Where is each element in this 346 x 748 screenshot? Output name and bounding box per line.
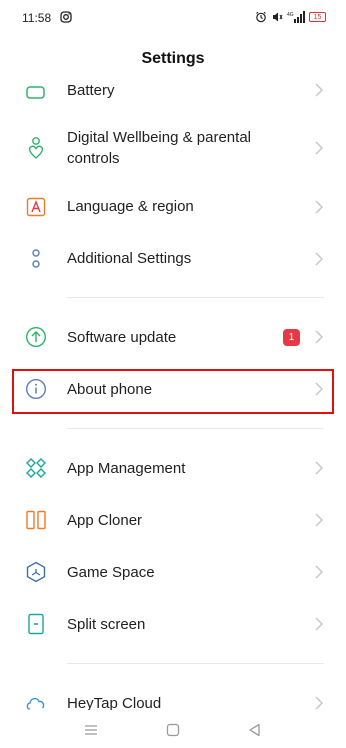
settings-item-split-screen[interactable]: Split screen xyxy=(0,603,346,645)
settings-item-additional[interactable]: Additional Settings xyxy=(0,238,346,280)
svg-text:4G: 4G xyxy=(287,12,294,18)
chevron-right-icon xyxy=(315,696,324,710)
alarm-icon xyxy=(256,11,266,23)
chevron-right-icon xyxy=(315,617,324,631)
divider xyxy=(67,428,324,429)
settings-item-label: Digital Wellbeing & parental controls xyxy=(67,129,251,167)
cloud-icon xyxy=(25,692,47,710)
mute-icon xyxy=(273,12,283,22)
status-time: 11:58 xyxy=(22,11,52,25)
settings-item-app-management[interactable]: App Management xyxy=(0,447,346,489)
battery-level: 15 xyxy=(313,13,322,21)
home-icon[interactable] xyxy=(165,722,181,738)
chevron-right-icon xyxy=(315,461,324,475)
chevron-right-icon xyxy=(315,83,324,97)
battery-status: 15 xyxy=(309,12,326,22)
settings-item-label: Split screen xyxy=(67,616,146,633)
signal-icon: 4G xyxy=(287,11,305,23)
divider xyxy=(67,663,324,664)
chevron-right-icon xyxy=(315,330,324,344)
language-icon xyxy=(25,196,47,218)
chevron-right-icon xyxy=(315,565,324,579)
settings-item-digital-wellbeing[interactable]: Digital Wellbeing & parental controls xyxy=(0,118,346,178)
software-update-icon xyxy=(25,326,47,348)
settings-item-label: Game Space xyxy=(67,564,155,581)
additional-settings-icon xyxy=(25,248,47,270)
menu-icon[interactable] xyxy=(83,722,99,738)
settings-item-label: App Cloner xyxy=(67,512,143,529)
settings-item-language[interactable]: Language & region xyxy=(0,186,346,228)
wellbeing-icon xyxy=(25,137,47,159)
settings-item-label: App Management xyxy=(67,460,186,477)
split-screen-icon xyxy=(25,613,47,635)
settings-item-game-space[interactable]: Game Space xyxy=(0,551,346,593)
settings-item-label: Battery xyxy=(67,82,115,99)
instagram-icon xyxy=(60,11,72,23)
settings-item-label: Language & region xyxy=(67,198,194,215)
status-bar: 11:58 4G 15 xyxy=(0,0,346,36)
back-icon[interactable] xyxy=(247,722,263,738)
chevron-right-icon xyxy=(315,200,324,214)
settings-item-battery[interactable]: Battery xyxy=(0,76,346,102)
highlight-box xyxy=(12,369,334,414)
settings-item-label: Software update xyxy=(67,329,177,346)
app-management-icon xyxy=(25,457,47,479)
chevron-right-icon xyxy=(315,252,324,266)
chevron-right-icon xyxy=(315,513,324,527)
settings-item-label: HeyTap Cloud xyxy=(67,695,162,710)
battery-icon xyxy=(25,82,47,104)
game-space-icon xyxy=(25,561,47,583)
divider xyxy=(67,297,324,298)
settings-item-software-update[interactable]: Software update 1 xyxy=(0,316,346,358)
navigation-bar xyxy=(0,710,346,748)
settings-item-heytap-cloud[interactable]: HeyTap Cloud xyxy=(0,682,346,710)
chevron-right-icon xyxy=(315,141,324,155)
notification-badge: 1 xyxy=(283,329,300,346)
settings-item-label: Additional Settings xyxy=(67,250,192,267)
app-cloner-icon xyxy=(25,509,47,531)
settings-item-app-cloner[interactable]: App Cloner xyxy=(0,499,346,541)
